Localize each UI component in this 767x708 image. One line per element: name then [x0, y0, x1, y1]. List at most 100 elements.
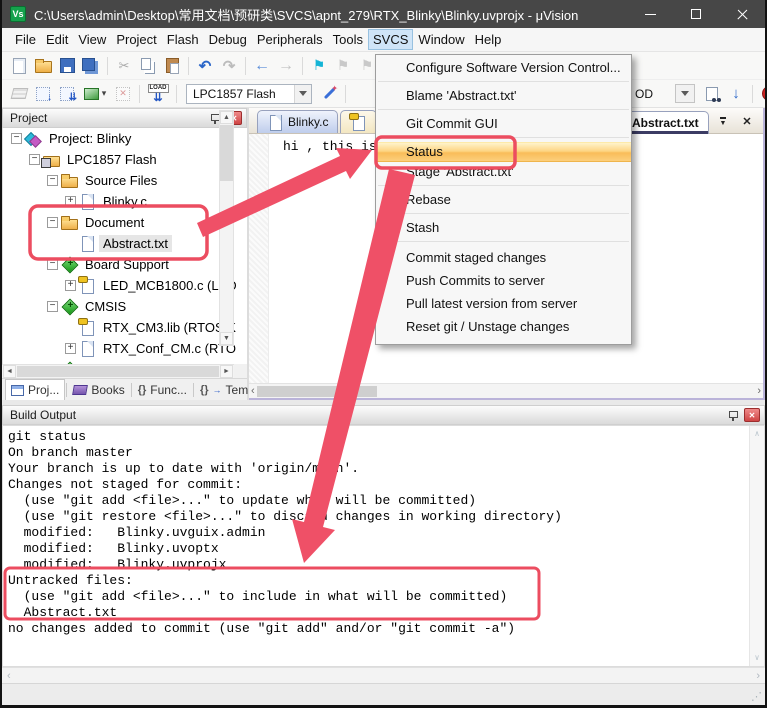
scroll-down-icon[interactable]: ▼ — [220, 332, 233, 345]
menubar-item-edit[interactable]: Edit — [41, 29, 73, 50]
translate-icon[interactable] — [8, 83, 30, 105]
scroll-left-icon[interactable]: ◄ — [3, 365, 16, 378]
svcs-menu-item-blame-abstract-txt[interactable]: Blame 'Abstract.txt' — [376, 86, 631, 106]
collapse-icon[interactable]: − — [11, 133, 22, 144]
build-output-close-button[interactable] — [744, 408, 760, 422]
scrollbar-thumb[interactable] — [257, 386, 377, 397]
new-file-icon[interactable] — [8, 55, 30, 77]
undo-icon[interactable] — [194, 55, 216, 77]
build-output-vertical-scrollbar[interactable]: ∧ ∨ — [749, 426, 764, 666]
menubar-item-tools[interactable]: Tools — [328, 29, 368, 50]
bookmark-icon[interactable] — [308, 55, 330, 77]
project-tree-horizontal-scrollbar[interactable]: ◄ ► — [2, 364, 234, 378]
copy-icon[interactable] — [137, 55, 159, 77]
svcs-menu-item-stash[interactable]: Stash — [376, 218, 631, 238]
resize-grip-icon[interactable]: ⋰ — [751, 690, 761, 703]
svcs-menu-item-pull-latest-version-from-server[interactable]: Pull latest version from server — [376, 292, 631, 315]
scroll-right-icon[interactable]: › — [756, 670, 760, 682]
build-icon[interactable] — [32, 83, 54, 105]
save-all-icon[interactable] — [80, 55, 102, 77]
menubar-item-window[interactable]: Window — [413, 29, 469, 50]
panel-tab-func[interactable]: {}Func... — [133, 381, 192, 399]
minimize-button[interactable] — [627, 0, 673, 28]
editor-horizontal-scrollbar[interactable]: ‹ › — [249, 383, 763, 398]
editor-tab-item[interactable] — [340, 110, 377, 133]
collapse-icon[interactable]: − — [29, 154, 40, 165]
collapse-icon[interactable]: − — [47, 259, 58, 270]
expand-icon[interactable]: + — [65, 280, 76, 291]
chevron-down-icon[interactable] — [294, 85, 311, 103]
save-icon[interactable] — [56, 55, 78, 77]
redo-icon[interactable] — [218, 55, 240, 77]
chevron-down-icon[interactable] — [675, 84, 695, 103]
tree-item-rtx-conf-cm-c-rto[interactable]: +RTX_Conf_CM.c (RTO — [3, 338, 247, 359]
stop-build-icon[interactable] — [112, 83, 134, 105]
panel-tab-books[interactable]: Books — [68, 381, 129, 399]
menubar-item-flash[interactable]: Flash — [162, 29, 204, 50]
svcs-menu-item-rebase[interactable]: Rebase — [376, 190, 631, 210]
debug-red-icon[interactable] — [758, 83, 767, 105]
project-tree-vertical-scrollbar[interactable]: ▲ ▼ — [219, 110, 234, 346]
scroll-left-icon[interactable]: ‹ — [251, 385, 255, 397]
scroll-right-icon[interactable]: › — [757, 385, 761, 397]
navigate-forward-icon[interactable] — [275, 55, 297, 77]
cut-icon[interactable] — [113, 55, 135, 77]
scroll-down-icon[interactable]: ∨ — [755, 653, 760, 663]
svcs-menu-item-push-commits-to-server[interactable]: Push Commits to server — [376, 269, 631, 292]
bookmark-prev-icon[interactable] — [332, 55, 354, 77]
menubar-item-view[interactable]: View — [73, 29, 111, 50]
tree-item-rtx-cm3-lib-rtos-k[interactable]: RTX_CM3.lib (RTOS:K — [3, 317, 247, 338]
menubar-item-svcs[interactable]: SVCS — [368, 29, 413, 50]
scroll-right-icon[interactable]: ► — [220, 365, 233, 378]
menubar-item-file[interactable]: File — [10, 29, 41, 50]
svcs-menu-item-reset-git-unstage-changes[interactable]: Reset git / Unstage changes — [376, 315, 631, 338]
tree-item-item[interactable]: − — [3, 359, 247, 364]
paste-icon[interactable] — [161, 55, 183, 77]
open-folder-icon[interactable] — [32, 55, 54, 77]
rebuild-icon[interactable] — [56, 83, 78, 105]
expand-icon[interactable]: + — [65, 196, 76, 207]
maximize-button[interactable] — [673, 0, 719, 28]
pin-icon[interactable] — [727, 409, 739, 422]
editor-tab-abstract-txt[interactable]: Abstract.txt — [622, 111, 709, 134]
scroll-up-icon[interactable]: ∧ — [755, 429, 760, 439]
tree-item-board-support[interactable]: −Board Support — [3, 254, 247, 275]
find-in-files-icon[interactable] — [701, 83, 723, 105]
scroll-up-icon[interactable]: ▲ — [220, 111, 233, 124]
options-wand-icon[interactable] — [318, 83, 340, 105]
svcs-menu-item-git-commit-gui[interactable]: Git Commit GUI — [376, 114, 631, 134]
tree-item-lpc1857-flash[interactable]: −LPC1857 Flash — [3, 149, 247, 170]
close-button[interactable] — [719, 0, 765, 28]
scrollbar-thumb[interactable] — [17, 366, 219, 377]
tree-item-blinky-c[interactable]: +Blinky.c — [3, 191, 247, 212]
svcs-menu-item-configure-software-version-control[interactable]: Configure Software Version Control... — [376, 58, 631, 78]
svcs-menu-item-status[interactable]: Status — [376, 142, 631, 162]
menubar-item-project[interactable]: Project — [111, 29, 161, 50]
editor-tab-blinky-c[interactable]: Blinky.c — [257, 110, 338, 133]
build-output-horizontal-scrollbar[interactable]: ‹ › — [2, 667, 765, 683]
tree-item-cmsis[interactable]: −CMSIS — [3, 296, 247, 317]
menubar-item-peripherals[interactable]: Peripherals — [252, 29, 328, 50]
menubar-item-help[interactable]: Help — [470, 29, 507, 50]
svcs-menu-item-commit-staged-changes[interactable]: Commit staged changes — [376, 246, 631, 269]
tab-list-button[interactable]: ▼ — [715, 114, 731, 129]
download-watch-icon[interactable] — [725, 83, 747, 105]
scroll-left-icon[interactable]: ‹ — [7, 670, 11, 682]
tree-item-led-mcb1800-c-led[interactable]: +LED_MCB1800.c (LED — [3, 275, 247, 296]
tree-item-abstract-txt[interactable]: Abstract.txt — [3, 233, 247, 254]
navigate-back-icon[interactable] — [251, 55, 273, 77]
svcs-menu-item-stage-abstract-txt[interactable]: Stage 'Abstract.txt' — [376, 162, 631, 182]
load-icon[interactable]: LOAD — [145, 83, 171, 105]
target-select[interactable]: LPC1857 Flash — [186, 84, 312, 104]
tree-item-project-blinky[interactable]: −Project: Blinky — [3, 128, 247, 149]
editor-close-button[interactable]: ✕ — [739, 114, 755, 129]
batch-build-icon[interactable] — [80, 83, 110, 105]
collapse-icon[interactable]: − — [47, 217, 58, 228]
scrollbar-thumb[interactable] — [220, 125, 233, 181]
collapse-icon[interactable]: − — [47, 175, 58, 186]
panel-tab-proj[interactable]: Proj... — [5, 379, 65, 400]
expand-icon[interactable]: + — [65, 343, 76, 354]
tree-item-source-files[interactable]: −Source Files — [3, 170, 247, 191]
tree-item-document[interactable]: −Document — [3, 212, 247, 233]
collapse-icon[interactable]: − — [47, 301, 58, 312]
